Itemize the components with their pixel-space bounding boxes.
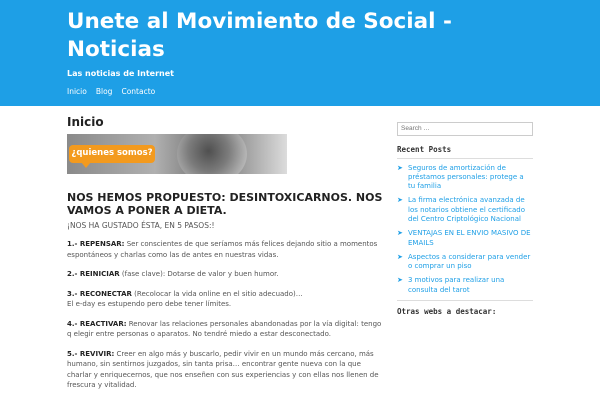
arrow-right-icon: ➤ <box>397 229 403 238</box>
recent-post-title[interactable]: Seguros de amortización de préstamos per… <box>408 164 524 191</box>
step-text: (fase clave): Dotarse de valor y buen hu… <box>119 270 279 278</box>
site-title-line2[interactable]: Noticias <box>67 36 567 64</box>
step-paragraph: 4.- REACTIVAR: Renovar las relaciones pe… <box>67 319 387 340</box>
recent-posts-list: ➤ Seguros de amortización de préstamos pe… <box>397 164 533 296</box>
quienes-somos-banner[interactable]: ¿quienes somos? <box>67 134 287 174</box>
recent-post-link[interactable]: ➤ Seguros de amortización de préstamos pe… <box>397 164 533 192</box>
other-webs-title: Otras webs a destacar: <box>397 300 533 320</box>
banner-text: ¿quienes somos? <box>71 148 153 158</box>
site-title-line1[interactable]: Unete al Movimiento de Social - <box>67 8 567 36</box>
step-paragraph: 2.- REINICIAR (fase clave): Dotarse de v… <box>67 269 387 280</box>
nav-link-contacto[interactable]: Contacto <box>121 87 155 96</box>
page-title: Inicio <box>67 115 104 129</box>
arrow-right-icon: ➤ <box>397 196 403 205</box>
post-heading: NOS HEMOS PROPUESTO: DESINTOXICARNOS. NO… <box>67 191 383 217</box>
step-label: 1.- REPENSAR: <box>67 240 125 248</box>
step-text: (Recolocar la vida online en el sitio ad… <box>131 289 303 298</box>
site-header: Unete al Movimiento de Social - Noticias… <box>0 0 600 106</box>
main-content: Inicio ¿quienes somos? NOS HEMOS PROPUES… <box>67 112 387 391</box>
speech-bubble: ¿quienes somos? <box>69 145 155 168</box>
step-label: 5.- REVIVIR: <box>67 349 115 358</box>
recent-post-title[interactable]: La firma electrónica avanzada de los not… <box>408 196 525 223</box>
step-text-line2: El e-day es estupendo pero debe tener lí… <box>67 300 232 308</box>
recent-post-link[interactable]: ➤ La firma electrónica avanzada de los no… <box>397 196 533 224</box>
recent-post-title[interactable]: 3 motivos para realizar una consulta del… <box>408 276 504 293</box>
arrow-right-icon: ➤ <box>397 163 403 172</box>
banner-face-image <box>177 134 247 174</box>
site-title[interactable]: Unete al Movimiento de Social - Noticias <box>67 8 567 64</box>
post-intro: ¡NOS HA GUSTADO ÉSTA, EN 5 PASOS:! <box>67 221 215 230</box>
search-input[interactable] <box>397 121 533 136</box>
step-paragraph: 1.- REPENSAR: Ser conscientes de que ser… <box>67 239 387 260</box>
step-text: Creer en algo más y buscarlo, pedir vivi… <box>67 349 379 390</box>
recent-post-title[interactable]: VENTAJAS EN EL ENVIO MASIVO DE EMAILS <box>408 229 531 246</box>
step-paragraph: 5.- REVIVIR: Creer en algo más y buscarl… <box>67 349 387 391</box>
step-paragraph: 3.- RECONECTAR (Recolocar la vida online… <box>67 289 387 310</box>
nav-link-blog[interactable]: Blog <box>96 87 113 96</box>
recent-posts-title: Recent Posts <box>397 145 533 159</box>
sidebar: Recent Posts ➤ Seguros de amortización de… <box>397 115 533 320</box>
arrow-right-icon: ➤ <box>397 276 403 285</box>
step-label: 2.- REINICIAR <box>67 270 120 278</box>
recent-post-title[interactable]: Aspectos a considerar para vender o comp… <box>408 253 530 270</box>
step-label: 3.- RECONECTAR <box>67 289 132 298</box>
site-description: Las noticias de Internet <box>67 69 174 78</box>
recent-post-link[interactable]: ➤ VENTAJAS EN EL ENVIO MASIVO DE EMAILS <box>397 229 533 248</box>
recent-post-link[interactable]: ➤ Aspectos a considerar para vender o com… <box>397 253 533 272</box>
arrow-right-icon: ➤ <box>397 252 403 261</box>
main-nav: Inicio Blog Contacto <box>67 87 155 96</box>
recent-post-link[interactable]: ➤ 3 motivos para realizar una consulta de… <box>397 276 533 295</box>
nav-link-inicio[interactable]: Inicio <box>67 87 87 96</box>
step-label: 4.- REACTIVAR: <box>67 319 127 328</box>
